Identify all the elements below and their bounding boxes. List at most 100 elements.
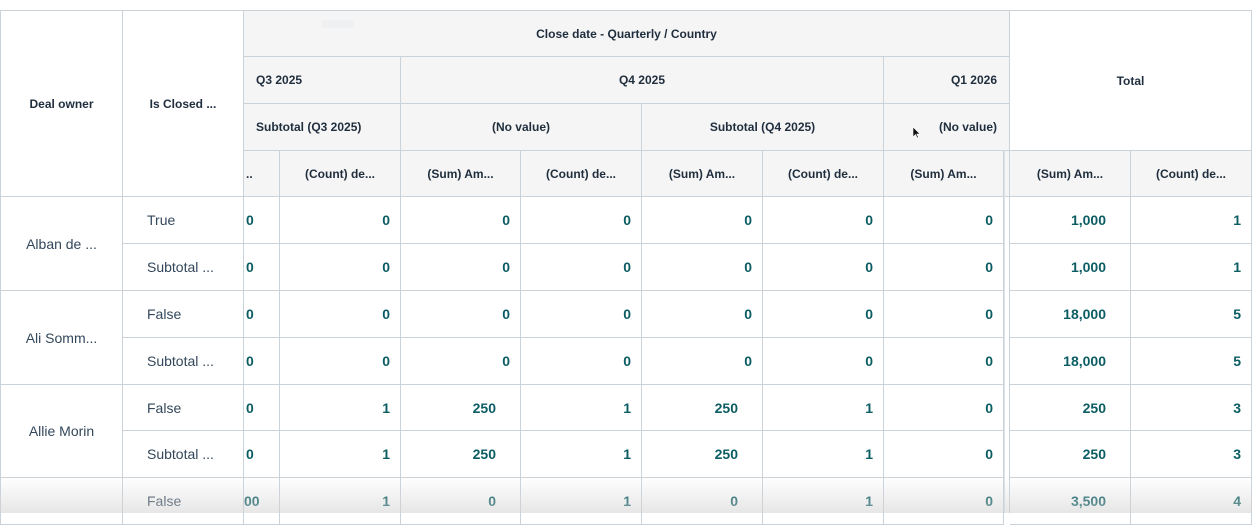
value-text: 0 [382, 306, 390, 322]
value-cell: 0 [884, 197, 1004, 244]
value-cell: 1 [280, 431, 401, 478]
is-closed-value: False [147, 306, 182, 322]
value-cell: 1 [763, 385, 884, 431]
metric-label: (Count) de... [1156, 166, 1226, 181]
col-header-no-value-q4[interactable]: (No value) [401, 104, 642, 151]
value-text: 3 [1233, 399, 1241, 416]
metric-header-q4nv-sum[interactable]: (Sum) Am... [401, 151, 521, 197]
value-text: 0 [502, 353, 510, 369]
value-text: 0 [246, 353, 254, 369]
value-text: 0 [865, 353, 873, 369]
is-closed-value: Subtotal ... [147, 259, 214, 275]
total-value-cell: 3 [1131, 431, 1252, 478]
total-value-cell: 1,000 [1010, 197, 1131, 244]
col-header-is-closed[interactable]: Is Closed ... [123, 10, 244, 197]
table-row: False [123, 291, 244, 338]
value-cell: 0 [244, 431, 280, 478]
value-text: 250 [1082, 399, 1106, 416]
value-cell: 250 [401, 431, 521, 478]
metric-header-q4sub-count[interactable]: (Count) de... [763, 151, 884, 197]
metric-header-q3-count[interactable]: (Count) de... [280, 151, 401, 197]
scroll-edge-divider [1004, 150, 1005, 513]
total-value-cell: 3,500 [1010, 478, 1131, 525]
value-text: 1 [382, 493, 390, 509]
value-cell: 0 [884, 338, 1004, 385]
value-text: 3,500 [1070, 493, 1106, 509]
value-text: 0 [730, 493, 738, 509]
col-header-q4-2025[interactable]: Q4 2025 [401, 57, 884, 104]
value-text: 0 [246, 399, 254, 416]
value-text: 0 [623, 353, 631, 369]
no-value-q1-label: (No value) [938, 120, 997, 134]
no-value-q4-label: (No value) [491, 120, 550, 134]
metric-label: (Sum) Am... [910, 166, 977, 181]
table-row: Subtotal ... [123, 244, 244, 291]
value-text: 1 [1233, 259, 1241, 275]
value-text: 250 [714, 446, 738, 462]
col-header-q3-2025[interactable]: Q3 2025 [244, 57, 401, 104]
mouse-cursor-icon [913, 127, 921, 139]
metric-label: (Count) de... [305, 166, 375, 181]
col-header-total[interactable]: Total [1010, 10, 1252, 151]
col-header-q1-2026[interactable]: Q1 2026 [884, 57, 1010, 104]
value-cell: 0 [280, 244, 401, 291]
value-text: 18,000 [1063, 306, 1106, 322]
value-text: 5 [1233, 353, 1241, 369]
metric-header-q4nv-count[interactable]: (Count) de... [521, 151, 642, 197]
value-cell: 00 [244, 478, 280, 525]
col-header-subtotal-q3[interactable]: Subtotal (Q3 2025) [244, 104, 401, 151]
table-row: Subtotal ... [123, 431, 244, 478]
value-text: 0 [865, 306, 873, 322]
value-text: 1,000 [1070, 212, 1106, 228]
value-cell: 0 [280, 338, 401, 385]
value-cell: 0 [244, 338, 280, 385]
value-text: 1 [623, 399, 631, 416]
value-text: 18,000 [1063, 353, 1106, 369]
value-cell: 0 [280, 197, 401, 244]
q4-label: Q4 2025 [618, 73, 666, 87]
col-group-header-close-date[interactable]: Close date - Quarterly / Country [244, 10, 1010, 57]
value-cell: 1 [280, 385, 401, 431]
value-text: 1 [382, 446, 390, 462]
deal-owner-name: Allie Morin [28, 423, 95, 439]
value-cell: 1 [521, 431, 642, 478]
col-header-no-value-q1[interactable]: (No value) [884, 104, 1010, 151]
value-cell: 0 [642, 478, 763, 525]
metric-header-q1-sum[interactable]: (Sum) Am... [884, 151, 1004, 197]
metric-header-q3-sum[interactable]: .. [244, 151, 280, 197]
deal-owner-cell: Alban de ... [0, 197, 123, 291]
total-value-cell: 18,000 [1010, 291, 1131, 338]
value-cell: 0 [244, 244, 280, 291]
metric-header-q4sub-sum[interactable]: (Sum) Am... [642, 151, 763, 197]
metric-label: (Count) de... [546, 166, 616, 181]
value-cell: 0 [401, 291, 521, 338]
deal-owner-cell [0, 478, 123, 525]
value-text: 0 [744, 353, 752, 369]
value-cell: 1 [521, 385, 642, 431]
is-closed-value: True [147, 212, 176, 228]
value-text: 1 [865, 446, 873, 462]
col-header-subtotal-q4[interactable]: Subtotal (Q4 2025) [642, 104, 884, 151]
value-text: 0 [623, 259, 631, 275]
total-value-cell: 1 [1131, 197, 1252, 244]
total-value-cell: 5 [1131, 338, 1252, 385]
deal-owner-name: Alban de ... [26, 235, 97, 252]
value-cell: 0 [642, 244, 763, 291]
total-value-cell: 1,000 [1010, 244, 1131, 291]
total-value-cell: 250 [1010, 431, 1131, 478]
total-value-cell: 250 [1010, 385, 1131, 431]
total-value-cell: 1 [1131, 244, 1252, 291]
metric-header-total-sum[interactable]: (Sum) Am... [1010, 151, 1131, 197]
value-cell: 1 [280, 478, 401, 525]
value-cell: 250 [642, 431, 763, 478]
metric-label: (Sum) Am... [668, 166, 736, 181]
deal-owner-cell: Allie Morin [0, 385, 123, 478]
q1-label: Q1 2026 [950, 73, 997, 87]
metric-header-total-count[interactable]: (Count) de... [1131, 151, 1252, 197]
value-text: 0 [246, 212, 254, 228]
value-cell: 1 [763, 431, 884, 478]
total-value-cell: 5 [1131, 291, 1252, 338]
close-date-group-label: Close date - Quarterly / Country [536, 26, 717, 41]
value-text: 00 [244, 493, 260, 509]
col-header-deal-owner[interactable]: Deal owner [0, 10, 123, 197]
